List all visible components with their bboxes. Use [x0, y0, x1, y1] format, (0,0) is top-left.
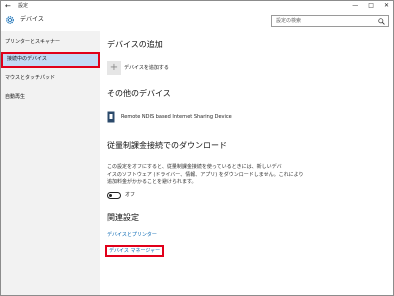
search-icon[interactable] [378, 18, 385, 25]
sidebar-item-autoplay[interactable]: 自動再生 [1, 90, 100, 104]
page-title: デバイス [20, 16, 44, 23]
related-settings-heading: 関連設定 [107, 213, 139, 222]
sidebar-item-mouse-touchpad[interactable]: マウスとタッチパッド [1, 71, 100, 85]
metered-description-line: 追加料金がかかることを避けられます。 [107, 179, 197, 185]
sidebar: プリンターとスキャナー 接続中のデバイス マウスとタッチパッド 自動再生 [1, 31, 100, 295]
metered-toggle[interactable] [107, 192, 121, 199]
maximize-button[interactable]: □ [368, 1, 374, 11]
back-button[interactable]: ← [5, 1, 11, 11]
devices-printers-link[interactable]: デバイスとプリンター [107, 232, 157, 239]
metered-description-line: イスのソフトウェア (ドライバー、情報、アプリ) をダウンロードしません。これに… [107, 171, 304, 178]
toggle-knob [109, 194, 112, 197]
sidebar-item-connected-devices[interactable]: 接続中のデバイス [1, 52, 100, 68]
search-input[interactable]: 設定の検索 [271, 15, 389, 27]
metered-description: この設定をオフにすると、従量制課金接続を使っているときには、新しいデバ イスのソ… [107, 164, 304, 187]
minimize-button[interactable]: — [352, 1, 358, 11]
metered-heading: 従量制課金接続でのダウンロード [107, 141, 227, 150]
device-name[interactable]: Remote NDIS based Internet Sharing Devic… [121, 114, 232, 120]
settings-window: ← 設定 — □ ✕ デバイス 設定の検索 プリンターとスキャナー 接続中のデバ… [0, 0, 394, 296]
add-device-button[interactable]: + [107, 61, 121, 75]
device-manager-link[interactable]: デバイス マネージャー [105, 245, 165, 257]
add-devices-heading: デバイスの追加 [107, 40, 163, 49]
toggle-state-label: オフ [125, 192, 136, 198]
metered-description-line: この設定をオフにすると、従量制課金接続を使っているときには、新しいデバ [107, 164, 282, 170]
sidebar-item-printers-scanners[interactable]: プリンターとスキャナー [1, 35, 100, 49]
search-placeholder: 設定の検索 [276, 18, 302, 24]
title-bar: ← 設定 — □ ✕ [1, 1, 393, 11]
window-controls: — □ ✕ [352, 1, 389, 11]
gear-icon [6, 16, 14, 24]
window-title: 設定 [18, 3, 29, 9]
usb-device-icon [107, 111, 115, 123]
close-button[interactable]: ✕ [384, 1, 389, 11]
add-device-label[interactable]: デバイスを追加する [124, 65, 169, 71]
other-devices-heading: その他のデバイス [107, 89, 171, 98]
